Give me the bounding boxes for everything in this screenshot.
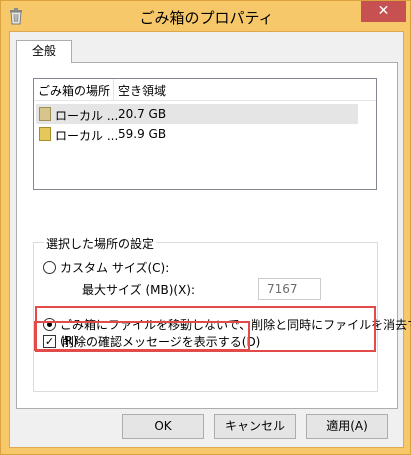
apply-button[interactable]: 適用(A) bbox=[306, 414, 388, 439]
tab-general[interactable]: 全般 bbox=[16, 40, 72, 63]
location-name: ローカル ... bbox=[55, 129, 119, 143]
column-divider[interactable] bbox=[113, 79, 114, 100]
max-size-input[interactable]: 7167 bbox=[258, 278, 321, 300]
properties-window: ごみ箱のプロパティ ✕ 全般 ごみ箱の場所 空き領域 ローカル ... 20.7… bbox=[0, 0, 411, 455]
location-name: ローカル ... bbox=[55, 109, 119, 123]
drive-icon bbox=[39, 127, 51, 141]
tab-panel-general: ごみ箱の場所 空き領域 ローカル ... 20.7 GB ローカル ... 59… bbox=[16, 62, 411, 409]
column-header-location[interactable]: ごみ箱の場所 bbox=[38, 82, 110, 99]
ok-button[interactable]: OK bbox=[122, 414, 204, 439]
free-space-value: 20.7 GB bbox=[118, 107, 167, 121]
title-bar[interactable]: ごみ箱のプロパティ ✕ bbox=[1, 1, 411, 31]
drive-icon bbox=[39, 107, 51, 121]
free-space-value: 59.9 GB bbox=[118, 127, 167, 141]
max-size-label: 最大サイズ (MB)(X): bbox=[82, 283, 196, 297]
custom-size-label[interactable]: カスタム サイズ(C): bbox=[60, 259, 169, 276]
recycle-bin-location-list[interactable]: ごみ箱の場所 空き領域 ローカル ... 20.7 GB ローカル ... 59… bbox=[33, 78, 377, 190]
list-header: ごみ箱の場所 空き領域 bbox=[34, 79, 376, 101]
close-button[interactable]: ✕ bbox=[361, 1, 406, 22]
window-title: ごみ箱のプロパティ bbox=[139, 9, 274, 27]
group-legend: 選択した場所の設定 bbox=[44, 235, 157, 252]
list-item[interactable]: ローカル ... 59.9 GB bbox=[36, 124, 358, 144]
dialog-client-area: 全般 ごみ箱の場所 空き領域 ローカル ... 20.7 GB ローカル ...… bbox=[9, 31, 411, 448]
column-header-free-space[interactable]: 空き領域 bbox=[118, 82, 166, 99]
location-settings-group: 選択した場所の設定 カスタム サイズ(C): 最大サイズ (MB)(X): 71… bbox=[33, 235, 411, 392]
custom-size-radio[interactable] bbox=[43, 261, 56, 274]
list-item[interactable]: ローカル ... 20.7 GB bbox=[36, 104, 358, 124]
highlight-box bbox=[34, 321, 250, 351]
cancel-button[interactable]: キャンセル bbox=[214, 414, 296, 439]
